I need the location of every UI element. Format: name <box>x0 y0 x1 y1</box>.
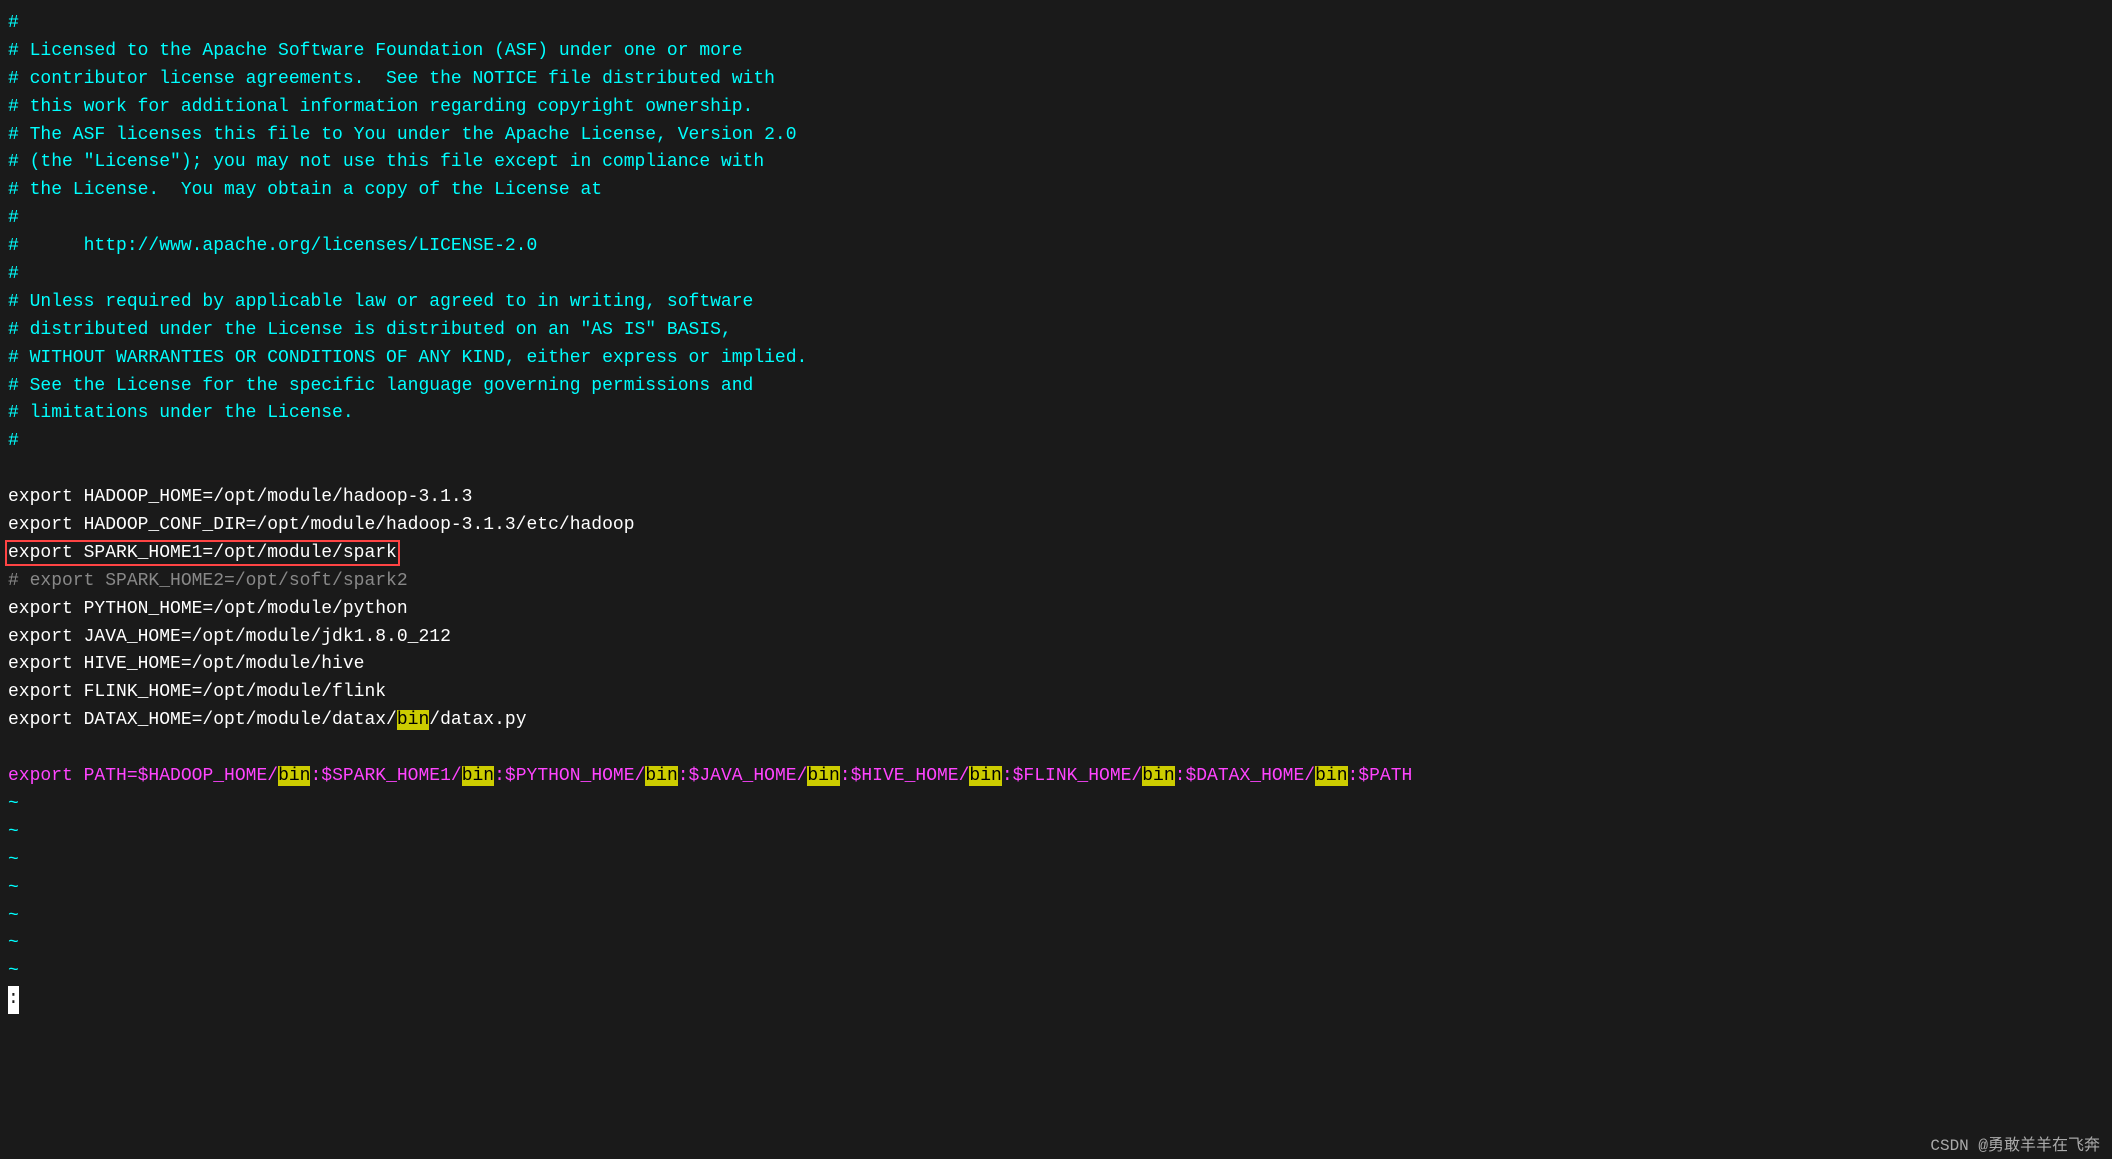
line-6: # (the "License"); you may not use this … <box>8 149 2104 177</box>
line-2: # Licensed to the Apache Software Founda… <box>8 38 2104 66</box>
line-path-export: export PATH=$HADOOP_HOME/bin:$SPARK_HOME… <box>8 763 2104 791</box>
line-12: # distributed under the License is distr… <box>8 317 2104 345</box>
tilde-4: ~ <box>8 875 2104 903</box>
spark-home1-value: export SPARK_HOME1=/opt/module/spark <box>8 543 397 563</box>
line-14: # See the License for the specific langu… <box>8 373 2104 401</box>
tilde-5: ~ <box>8 903 2104 931</box>
line-spark-home2-commented: # export SPARK_HOME2=/opt/soft/spark2 <box>8 568 2104 596</box>
line-15: # limitations under the License. <box>8 400 2104 428</box>
line-java-home: export JAVA_HOME=/opt/module/jdk1.8.0_21… <box>8 624 2104 652</box>
tilde-6: ~ <box>8 930 2104 958</box>
line-python-home: export PYTHON_HOME=/opt/module/python <box>8 596 2104 624</box>
tilde-2: ~ <box>8 819 2104 847</box>
line-16: # <box>8 428 2104 456</box>
line-blank-1 <box>8 456 2104 484</box>
path-bin-3: bin <box>645 766 677 786</box>
tilde-1: ~ <box>8 791 2104 819</box>
line-4: # this work for additional information r… <box>8 94 2104 122</box>
terminal: # # Licensed to the Apache Software Foun… <box>0 0 2112 1159</box>
cursor-block: : <box>8 986 19 1014</box>
bottom-bar-text: CSDN @勇敢羊羊在飞奔 <box>1930 1137 2100 1155</box>
bottom-bar: CSDN @勇敢羊羊在飞奔 <box>1918 1127 2112 1159</box>
line-13: # WITHOUT WARRANTIES OR CONDITIONS OF AN… <box>8 345 2104 373</box>
line-10: # <box>8 261 2104 289</box>
line-hadoop-home: export HADOOP_HOME=/opt/module/hadoop-3.… <box>8 484 2104 512</box>
line-flink-home: export FLINK_HOME=/opt/module/flink <box>8 679 2104 707</box>
tilde-3: ~ <box>8 847 2104 875</box>
line-11: # Unless required by applicable law or a… <box>8 289 2104 317</box>
datax-bin-highlight: bin <box>397 710 429 730</box>
path-bin-5: bin <box>969 766 1001 786</box>
line-7: # the License. You may obtain a copy of … <box>8 177 2104 205</box>
line-8: # <box>8 205 2104 233</box>
path-bin-1: bin <box>278 766 310 786</box>
path-bin-4: bin <box>807 766 839 786</box>
line-hadoop-conf: export HADOOP_CONF_DIR=/opt/module/hadoo… <box>8 512 2104 540</box>
line-3: # contributor license agreements. See th… <box>8 66 2104 94</box>
line-hive-home: export HIVE_HOME=/opt/module/hive <box>8 651 2104 679</box>
line-1: # <box>8 10 2104 38</box>
line-datax-home: export DATAX_HOME=/opt/module/datax/bin/… <box>8 707 2104 735</box>
line-spark-home1: export SPARK_HOME1=/opt/module/spark <box>8 540 2104 568</box>
cursor-line: : <box>8 986 2104 1014</box>
tilde-7: ~ <box>8 958 2104 986</box>
line-9: # http://www.apache.org/licenses/LICENSE… <box>8 233 2104 261</box>
path-bin-2: bin <box>462 766 494 786</box>
path-bin-6: bin <box>1142 766 1174 786</box>
line-blank-2 <box>8 735 2104 763</box>
line-5: # The ASF licenses this file to You unde… <box>8 122 2104 150</box>
path-bin-7: bin <box>1315 766 1347 786</box>
